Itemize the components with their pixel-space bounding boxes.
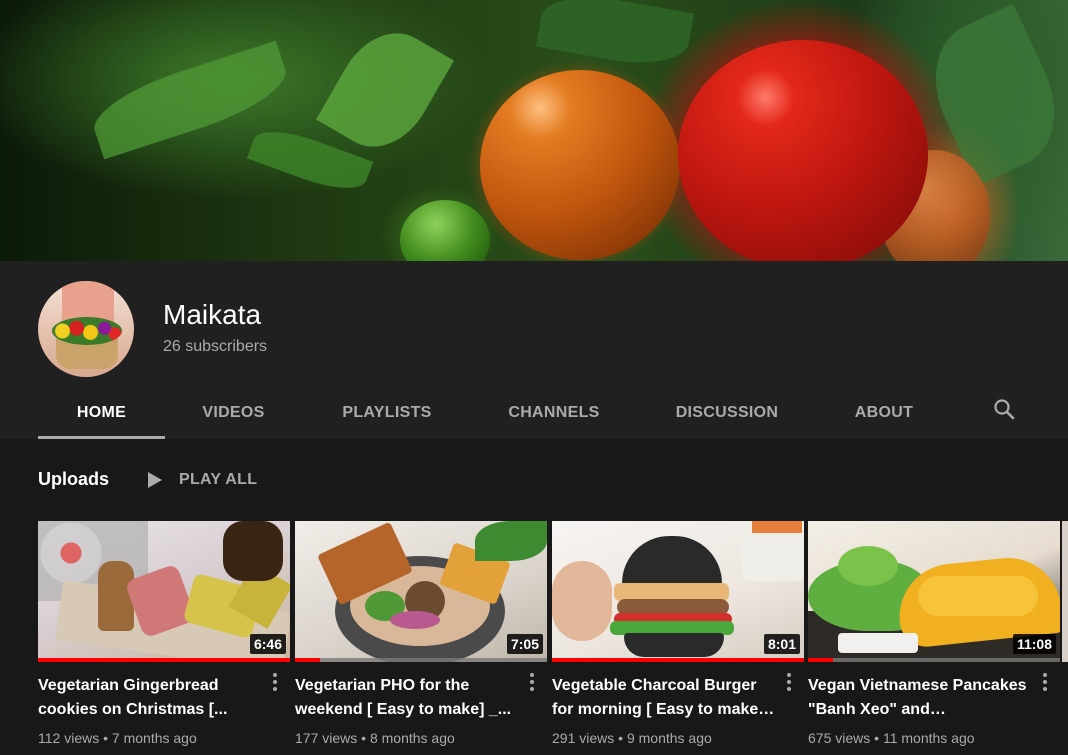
watch-progress-bar [295, 658, 547, 662]
more-vertical-icon[interactable] [1041, 672, 1049, 694]
watch-progress-bar [552, 658, 804, 662]
tab-videos[interactable]: VIDEOS [165, 386, 302, 439]
play-all-label: PLAY ALL [179, 471, 258, 488]
channel-tabs: HOME VIDEOS PLAYLISTS CHANNELS DISCUSSIO… [38, 386, 950, 439]
watch-progress-bar [808, 658, 1060, 662]
video-meta: 675 views • 11 months ago [808, 730, 975, 746]
video-duration: 7:05 [506, 634, 543, 654]
play-all-button[interactable]: PLAY ALL [145, 468, 257, 492]
video-views: 675 views [808, 730, 871, 746]
video-age: 9 months ago [626, 730, 712, 746]
video-title[interactable]: Vegan Vietnamese Pancakes "Banh Xeo" and… [808, 674, 1034, 722]
channel-banner [0, 0, 1068, 261]
tab-discussion[interactable]: DISCUSSION [636, 386, 818, 439]
video-views: 291 views [552, 730, 615, 746]
channel-avatar[interactable] [38, 281, 134, 377]
tab-home[interactable]: HOME [38, 386, 165, 439]
video-card: 8:01 Vegetable Charcoal Burger for morni… [552, 521, 804, 746]
more-vertical-icon[interactable] [785, 672, 793, 694]
video-card: 6:46 Vegetarian Gingerbread cookies on C… [38, 521, 290, 746]
video-meta: 291 views • 9 months ago [552, 730, 712, 746]
video-views: 177 views [295, 730, 358, 746]
video-card: 7:05 Vegetarian PHO for the weekend [ Ea… [295, 521, 547, 746]
home-content: Uploads PLAY ALL 6:46 Vegetarian Gingerb… [0, 439, 1068, 755]
search-icon[interactable] [992, 397, 1016, 421]
video-age: 7 months ago [111, 730, 197, 746]
video-title[interactable]: Vegetarian PHO for the weekend [ Easy to… [295, 674, 521, 722]
video-card: 11:08 Vegan Vietnamese Pancakes "Banh Xe… [808, 521, 1060, 746]
play-icon [148, 472, 162, 488]
video-title[interactable]: Vegetarian Gingerbread cookies on Christ… [38, 674, 264, 722]
video-age: 11 months ago [882, 730, 975, 746]
uploads-heading[interactable]: Uploads [38, 469, 109, 490]
video-meta: 112 views • 7 months ago [38, 730, 197, 746]
watch-progress-bar [38, 658, 290, 662]
tomato-orange [480, 70, 680, 260]
more-vertical-icon[interactable] [528, 672, 536, 694]
tab-about[interactable]: ABOUT [818, 386, 950, 439]
video-age: 8 months ago [369, 730, 455, 746]
video-thumbnail[interactable]: 7:05 [295, 521, 547, 662]
tomato-red [678, 40, 928, 261]
tomato-green [400, 200, 490, 261]
video-thumbnail[interactable]: 11:08 [808, 521, 1060, 662]
tab-playlists[interactable]: PLAYLISTS [302, 386, 472, 439]
video-title[interactable]: Vegetable Charcoal Burger for morning [ … [552, 674, 778, 722]
more-vertical-icon[interactable] [271, 672, 279, 694]
channel-header: Maikata 26 subscribers HOME VIDEOS PLAYL… [0, 261, 1068, 439]
channel-name: Maikata [163, 299, 262, 330]
video-meta: 177 views • 8 months ago [295, 730, 455, 746]
subscriber-count: 26 subscribers [163, 338, 268, 355]
video-duration: 6:46 [249, 634, 286, 654]
next-video-thumbnail-partial[interactable] [1062, 521, 1068, 662]
video-duration: 11:08 [1012, 634, 1056, 654]
video-thumbnail[interactable]: 8:01 [552, 521, 804, 662]
video-views: 112 views [38, 730, 100, 746]
video-duration: 8:01 [763, 634, 800, 654]
tab-channels[interactable]: CHANNELS [472, 386, 636, 439]
video-thumbnail[interactable]: 6:46 [38, 521, 290, 662]
